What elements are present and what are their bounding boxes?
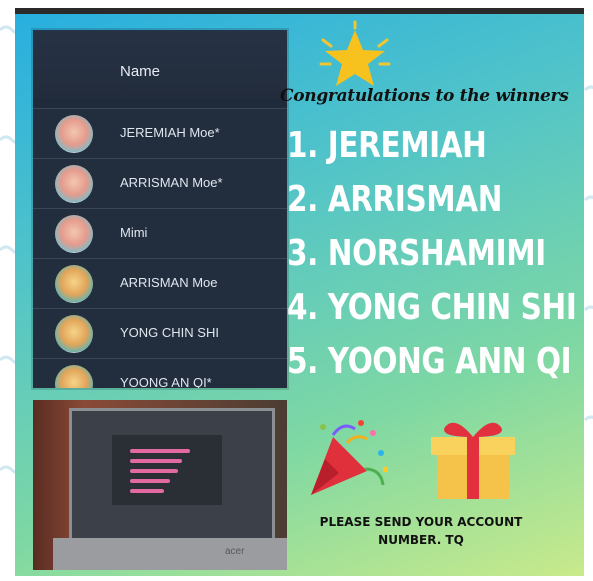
notice-line-1: PLEASE SEND YOUR ACCOUNT [319, 515, 523, 529]
winner-5: 5. YOONG ANN QI [287, 341, 572, 382]
avatar [55, 365, 93, 388]
participant-name: ARRISMAN Moe [120, 275, 218, 290]
participant-name: Mimi [120, 225, 148, 240]
participant-name: YONG CHIN SHI [120, 325, 219, 340]
participant-row: ARRISMAN Moe* [33, 158, 287, 209]
participant-row: YONG CHIN SHI [33, 308, 287, 359]
winner-4: 4. YONG CHIN SHI [287, 287, 577, 328]
name-column-header: Name [120, 63, 161, 80]
participant-name: ARRISMAN Moe* [120, 175, 223, 190]
laptop-brand-logo: acer [225, 546, 245, 557]
screen-result-bar [130, 449, 190, 453]
winner-3: 3. NORSHAMIMI [287, 233, 546, 274]
avatar [55, 315, 93, 353]
screen-result-bar [130, 459, 182, 463]
laptop-screen [69, 408, 275, 542]
winner-1: 1. JEREMIAH [287, 125, 487, 166]
avatar [55, 215, 93, 253]
screen-result-bar [130, 489, 164, 493]
screen-result-bar [130, 479, 170, 483]
laptop-base: acer [53, 538, 287, 570]
avatar [55, 165, 93, 203]
participant-row: YOONG AN QI* [33, 358, 287, 388]
gift-icon [431, 422, 515, 499]
star-icon [319, 20, 391, 86]
participant-row: Mimi [33, 208, 287, 259]
winner-2: 2. ARRISMAN [287, 179, 503, 220]
screen-result-bar [130, 469, 178, 473]
participant-list-header: Name [33, 30, 287, 98]
top-edge-bar [15, 8, 584, 14]
party-popper-icon [311, 420, 388, 495]
congratulations-poster: Name JEREMIAH Moe* ARRISMAN Moe* Mimi AR… [15, 8, 584, 576]
notice-line-2: NUMBER. TQ [378, 533, 464, 547]
participant-name: JEREMIAH Moe* [120, 125, 220, 140]
participant-list-screenshot: Name JEREMIAH Moe* ARRISMAN Moe* Mimi AR… [33, 30, 287, 388]
avatar [55, 265, 93, 303]
account-number-notice: PLEASE SEND YOUR ACCOUNT NUMBER. TQ [307, 513, 535, 549]
congratulations-heading: Congratulations to the winners [280, 86, 569, 106]
avatar [55, 115, 93, 153]
participant-row: JEREMIAH Moe* [33, 108, 287, 159]
laptop-photo: acer [33, 400, 287, 570]
participant-row: ARRISMAN Moe [33, 258, 287, 309]
participant-name: YOONG AN QI* [120, 375, 212, 388]
